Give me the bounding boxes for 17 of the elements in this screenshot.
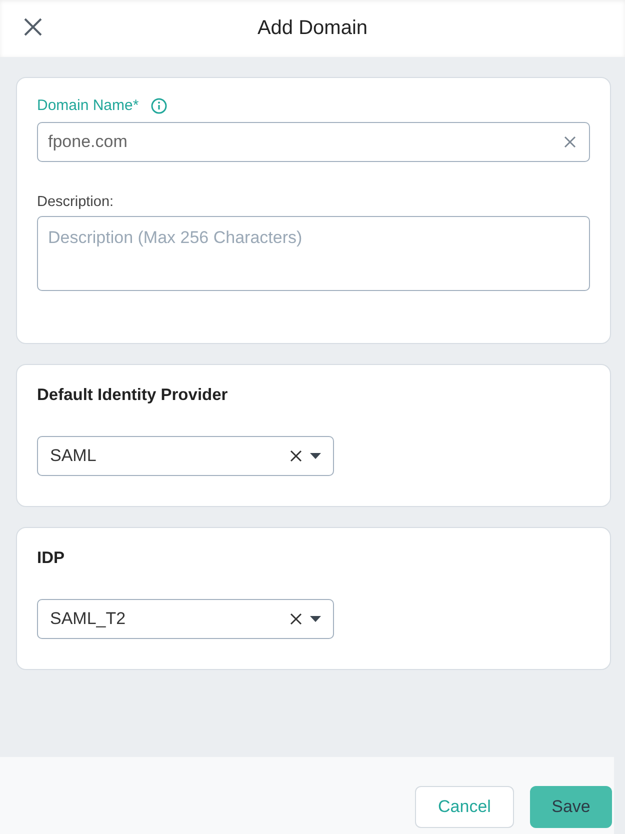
- save-button[interactable]: Save: [530, 786, 612, 828]
- caret-icon[interactable]: [310, 616, 321, 622]
- domain-name-field[interactable]: fpone.com: [37, 122, 590, 162]
- close-button[interactable]: [24, 18, 42, 36]
- description-field[interactable]: Description (Max 256 Characters): [37, 216, 590, 292]
- cancel-button[interactable]: Cancel: [415, 786, 514, 828]
- clear-icon[interactable]: [290, 612, 302, 625]
- caret-icon[interactable]: [310, 453, 321, 459]
- dialog-title: Add Domain: [257, 17, 368, 39]
- field-label: Domain Name*: [37, 96, 139, 116]
- clear-icon[interactable]: [290, 450, 302, 462]
- section-heading: IDP: [37, 548, 66, 569]
- select-field[interactable]: SAML_T2: [37, 598, 334, 639]
- info-icon: [150, 98, 167, 114]
- select-field[interactable]: SAML: [37, 436, 334, 476]
- field-label: Description:: [37, 192, 115, 212]
- section-heading: Default Identity Provider: [37, 385, 229, 406]
